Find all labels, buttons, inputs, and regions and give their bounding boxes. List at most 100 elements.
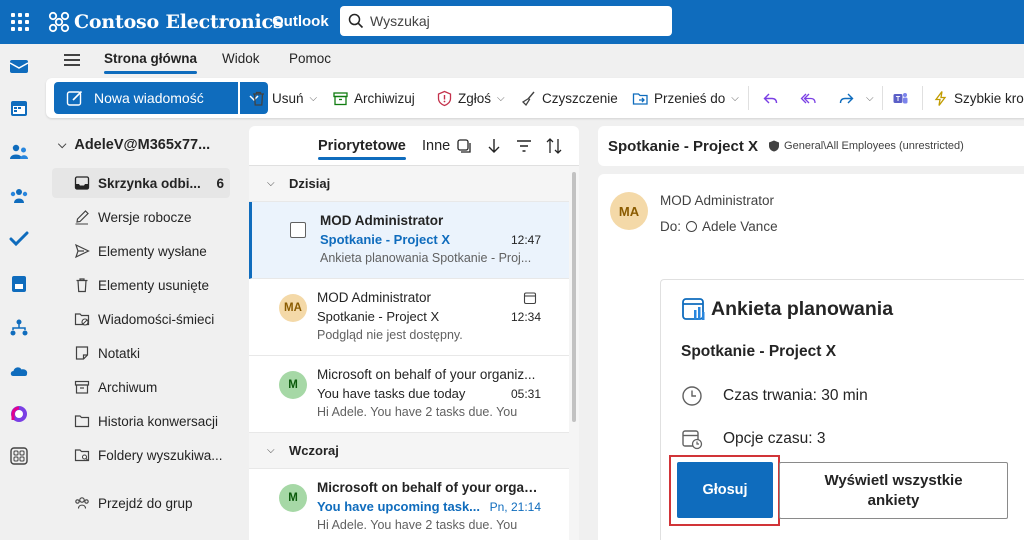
quick-steps-button[interactable]: Szybkie kro (932, 88, 1024, 108)
new-mail-button[interactable]: Nowa wiadomość (54, 82, 238, 114)
email-recipients: Do: Adele Vance (660, 219, 778, 234)
toolbar-divider (748, 86, 749, 110)
chevron-down-icon[interactable]: ⌵ (866, 93, 874, 104)
account-header[interactable]: ⌵ AdeleV@M365x77... (58, 137, 210, 153)
people-icon[interactable] (7, 140, 31, 164)
new-mail-label: Nowa wiadomość (94, 90, 204, 106)
chevron-down-icon[interactable]: ⌵ (497, 93, 505, 104)
viva-icon[interactable] (7, 402, 31, 426)
poll-chart-icon (682, 298, 705, 320)
more-apps-icon[interactable] (7, 444, 31, 468)
org-icon[interactable] (7, 316, 31, 340)
app-name[interactable]: Outlook (272, 13, 329, 30)
delete-button[interactable]: Usuń ⌵ (250, 88, 317, 108)
folder-notes[interactable]: Notatki (52, 338, 230, 368)
top-bar: Contoso Electronics Outlook (0, 0, 1024, 44)
trash-icon (76, 278, 88, 293)
mail-icon[interactable] (7, 54, 31, 78)
folder-label: Elementy wysłane (98, 243, 207, 259)
message-checkbox[interactable] (290, 222, 306, 238)
tab-other[interactable]: Inne (422, 138, 450, 154)
svg-text:T: T (896, 96, 901, 103)
app-launcher-icon[interactable] (8, 10, 30, 32)
poll-time-options: Opcje czasu: 3 (681, 428, 826, 450)
select-mode-icon[interactable] (455, 137, 473, 155)
folder-sent[interactable]: Elementy wysłane (52, 236, 230, 266)
message-list-scrollbar[interactable] (569, 166, 579, 540)
message-subject: You have tasks due today (317, 386, 466, 401)
search-input[interactable] (370, 13, 650, 29)
forward-button[interactable]: ⌵ (838, 88, 874, 108)
report-label: Zgłoś (458, 90, 492, 106)
reply-all-button[interactable] (800, 88, 822, 108)
go-to-groups-link[interactable]: Przejdź do grup (52, 488, 230, 518)
avatar: MA (279, 294, 307, 322)
archive-icon (74, 380, 90, 394)
tab-help[interactable]: Pomoc (289, 51, 331, 66)
group-header-yesterday[interactable]: ⌵ Wczoraj (249, 433, 579, 469)
poll-title-text: Ankieta planowania (711, 297, 894, 320)
group-header-today[interactable]: ⌵ Dzisiaj (249, 166, 579, 202)
teams-icon: T (893, 92, 908, 103)
folder-label: Archiwum (98, 379, 158, 395)
tab-focused[interactable]: Priorytetowe (318, 138, 406, 160)
recipient-name[interactable]: Adele Vance (702, 219, 778, 234)
move-label: Przenieś do (654, 90, 726, 106)
message-item[interactable]: MA MOD Administrator Spotkanie - Project… (249, 279, 579, 356)
teams-share-button[interactable]: T (892, 88, 914, 108)
sweep-button[interactable]: Czyszczenie (520, 88, 618, 108)
hamburger-menu-icon[interactable] (64, 54, 80, 66)
report-button[interactable]: Zgłoś ⌵ (436, 88, 505, 108)
sort-icon[interactable] (545, 137, 563, 155)
notes-icon (75, 346, 89, 360)
onedrive-icon[interactable] (7, 359, 31, 383)
calendar-clock-icon (682, 430, 703, 450)
calendar-icon[interactable] (7, 96, 31, 120)
reading-pane: MA MOD Administrator Do: Adele Vance Ank… (598, 174, 1024, 540)
folder-search-folders[interactable]: Foldery wyszukiwa... (52, 440, 230, 470)
notes-icon[interactable] (7, 272, 31, 296)
chevron-down-icon[interactable]: ⌵ (310, 93, 318, 104)
reply-all-icon (800, 93, 816, 103)
chevron-down-icon[interactable]: ⌵ (731, 93, 739, 104)
sensitivity-label[interactable]: General\All Employees (unrestricted) (768, 140, 964, 152)
archive-button[interactable]: Archiwizuj (332, 88, 415, 108)
drafts-icon (75, 210, 89, 225)
group-label: Wczoraj (289, 443, 339, 458)
command-toolbar: Nowa wiadomość Usuń ⌵ Archiwizuj Zgłoś ⌵ C… (46, 78, 1024, 118)
groups-icon[interactable] (7, 184, 31, 208)
folder-conversation-history[interactable]: Historia konwersacji (52, 406, 230, 436)
folder-junk[interactable]: Wiadomości-śmieci (52, 304, 230, 334)
lightning-icon (934, 90, 947, 106)
search-box[interactable] (340, 6, 672, 36)
message-subject: You have upcoming task... (317, 499, 481, 514)
move-to-button[interactable]: Przenieś do ⌵ (632, 88, 739, 108)
view-all-polls-button[interactable]: Wyświetl wszystkie ankiety (779, 462, 1008, 519)
vote-button[interactable]: Głosuj (677, 462, 773, 518)
tab-view[interactable]: Widok (222, 51, 260, 66)
sender-avatar[interactable]: MA (610, 192, 648, 230)
message-item[interactable]: M Microsoft on behalf of your organiz...… (249, 356, 579, 433)
folder-label: Foldery wyszukiwa... (98, 447, 223, 463)
app-rail (0, 44, 38, 540)
tab-home[interactable]: Strona główna (104, 51, 198, 74)
brand[interactable]: Contoso Electronics (48, 10, 284, 34)
avatar: M (279, 371, 307, 399)
message-item[interactable]: MOD Administrator Spotkanie - Project X … (249, 202, 579, 279)
email-sender[interactable]: MOD Administrator (660, 193, 774, 208)
todo-icon[interactable] (7, 227, 31, 251)
folder-drafts[interactable]: Wersje robocze (52, 202, 230, 232)
toolbar-divider (922, 86, 923, 110)
poll-meeting-name: Spotkanie - Project X (681, 343, 837, 360)
quick-steps-label: Szybkie kro (954, 90, 1024, 106)
folder-deleted[interactable]: Elementy usunięte (52, 270, 230, 300)
folder-inbox[interactable]: Skrzynka odbi... 6 (52, 168, 230, 198)
message-item[interactable]: M Microsoft on behalf of your organi... … (249, 469, 579, 540)
poll-duration-text: Czas trwania: 30 min (723, 387, 868, 404)
jump-to-icon[interactable] (485, 137, 503, 155)
presence-icon (686, 221, 698, 232)
reply-button[interactable] (762, 88, 784, 108)
folder-archive[interactable]: Archiwum (52, 372, 230, 402)
filter-icon[interactable] (515, 137, 533, 155)
folder-move-icon (632, 92, 648, 105)
